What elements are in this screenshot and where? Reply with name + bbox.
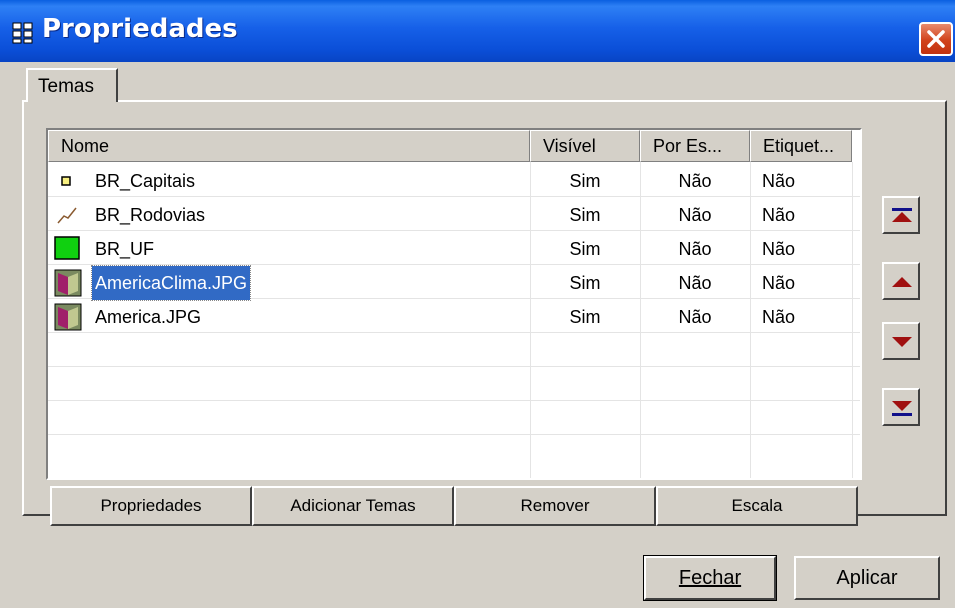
- escala-button[interactable]: Escala: [656, 486, 858, 526]
- row-visivel: Sim: [569, 273, 601, 293]
- grid-line: [48, 434, 860, 435]
- arrow-down-icon: [892, 337, 912, 347]
- grid-line: [48, 400, 860, 401]
- row-etiqueta: Não: [762, 239, 796, 259]
- point-layer-icon: [61, 176, 71, 186]
- table-row[interactable]: AmericaClima.JPG Sim Não Não: [48, 265, 860, 301]
- move-to-top-button[interactable]: [882, 196, 920, 234]
- move-up-button[interactable]: [882, 262, 920, 300]
- close-button[interactable]: [919, 22, 953, 56]
- row-por-escala: Não: [678, 205, 712, 225]
- table-row[interactable]: BR_Rodovias Sim Não Não: [48, 198, 860, 232]
- polygon-layer-icon: [54, 236, 80, 260]
- aplicar-label: Aplicar: [836, 567, 898, 589]
- row-por-escala: Não: [678, 273, 712, 293]
- row-etiqueta: Não: [762, 205, 796, 225]
- row-visivel: Sim: [569, 171, 601, 191]
- column-header-visivel[interactable]: Visível: [530, 130, 640, 162]
- tab-label: Temas: [38, 76, 94, 97]
- move-to-bottom-button[interactable]: [882, 388, 920, 426]
- row-etiqueta: Não: [762, 273, 796, 293]
- line-layer-icon: [57, 207, 77, 224]
- row-name: BR_UF: [95, 239, 155, 259]
- row-name: BR_Capitais: [95, 171, 196, 191]
- table-row[interactable]: BR_Capitais Sim Não Não: [48, 164, 860, 198]
- row-por-escala: Não: [678, 239, 712, 259]
- row-por-escala: Não: [678, 171, 712, 191]
- row-name: BR_Rodovias: [95, 205, 206, 225]
- close-icon: [927, 30, 945, 48]
- window-title: Propriedades: [42, 14, 238, 44]
- adicionar-temas-button[interactable]: Adicionar Temas: [252, 486, 454, 526]
- remover-button[interactable]: Remover: [454, 486, 656, 526]
- fechar-button[interactable]: Fechar: [643, 555, 777, 601]
- row-visivel: Sim: [569, 205, 601, 225]
- fechar-label: Fechar: [678, 567, 742, 589]
- tab-temas[interactable]: Temas: [26, 68, 118, 102]
- move-to-top-icon: [892, 208, 912, 222]
- column-header-etiqueta[interactable]: Etiquet...: [750, 130, 852, 162]
- arrow-up-icon: [892, 277, 912, 287]
- grid-line: [48, 366, 860, 367]
- raster-layer-icon: [54, 303, 82, 331]
- row-name: America.JPG: [95, 307, 202, 327]
- column-header-por-escala[interactable]: Por Es...: [640, 130, 750, 162]
- row-etiqueta: Não: [762, 171, 796, 191]
- move-to-bottom-icon: [892, 401, 912, 416]
- row-visivel: Sim: [569, 239, 601, 259]
- list-header: Nome Visível Por Es... Etiquet...: [48, 130, 860, 162]
- aplicar-button[interactable]: Aplicar: [794, 556, 940, 600]
- move-down-button[interactable]: [882, 322, 920, 360]
- propriedades-button[interactable]: Propriedades: [50, 486, 252, 526]
- row-etiqueta: Não: [762, 307, 796, 327]
- table-row[interactable]: BR_UF Sim Não Não: [48, 232, 860, 266]
- row-por-escala: Não: [678, 307, 712, 327]
- themes-list[interactable]: Nome Visível Por Es... Etiquet... BR_Cap…: [46, 128, 862, 480]
- column-header-nome[interactable]: Nome: [48, 130, 530, 162]
- raster-layer-icon: [54, 269, 82, 297]
- row-visivel: Sim: [569, 307, 601, 327]
- table-row[interactable]: America.JPG Sim Não Não: [48, 300, 860, 334]
- row-name: AmericaClima.JPG: [90, 265, 252, 301]
- properties-icon: [12, 22, 33, 44]
- title-bar[interactable]: Propriedades: [0, 0, 955, 62]
